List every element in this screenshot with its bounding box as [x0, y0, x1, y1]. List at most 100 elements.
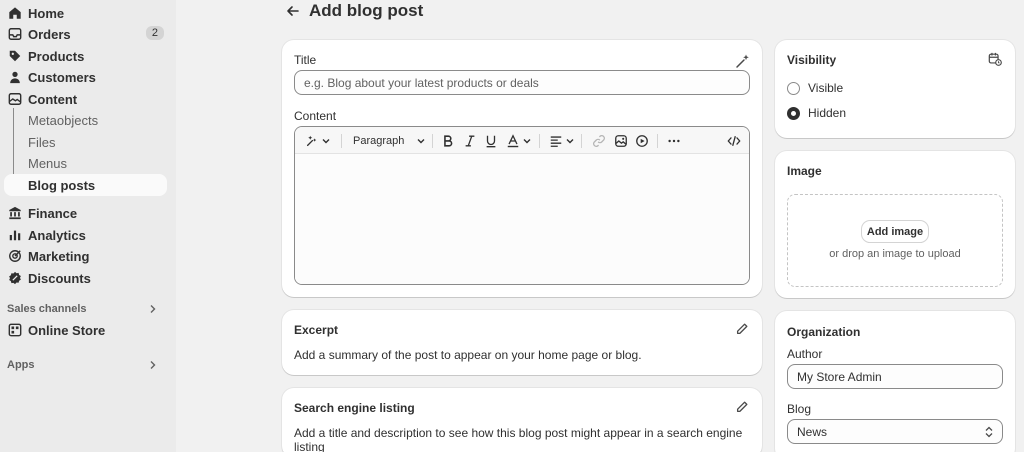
sidebar-item-online-store[interactable]: Online Store [0, 319, 168, 341]
sidebar-item-label: Analytics [28, 227, 86, 243]
visibility-option-label: Visible [808, 81, 844, 95]
chevron-down-icon [322, 139, 330, 144]
sidebar-item-home[interactable]: Home [0, 2, 168, 24]
blog-selected-value: News [797, 424, 828, 439]
sidebar-item-blog-posts[interactable]: Blog posts [4, 174, 167, 196]
chevron-down-icon [523, 139, 531, 144]
magic-sparkle-icon[interactable] [735, 53, 751, 69]
author-field[interactable] [787, 364, 1003, 389]
sidebar-item-label: Blog posts [28, 177, 96, 193]
bold-icon [444, 135, 453, 147]
image-icon [8, 93, 22, 105]
organization-title: Organization [787, 325, 861, 339]
sidebar-item-analytics[interactable]: Analytics [0, 224, 168, 246]
tag-icon [9, 50, 21, 62]
chevron-right-icon [150, 361, 156, 369]
page-title: Add blog post [309, 1, 424, 20]
sidebar-item-finance[interactable]: Finance [0, 202, 168, 224]
visibility-option-label: Hidden [808, 106, 847, 120]
bold-button[interactable] [441, 133, 455, 149]
sales-channels-header[interactable]: Sales channels [0, 299, 168, 319]
chevron-down-icon [417, 139, 425, 144]
apps-header[interactable]: Apps [0, 355, 168, 375]
seo-title: Search engine listing [294, 401, 415, 415]
sidebar-item-customers[interactable]: Customers [0, 66, 168, 88]
sidebar-item-files[interactable]: Files [0, 131, 168, 153]
toolbar-divider [539, 134, 540, 148]
image-card: Image Add image or drop an image to uplo… [775, 151, 1015, 298]
calendar-schedule-icon[interactable] [988, 52, 1002, 66]
sidebar-item-label: Menus [28, 155, 68, 171]
blog-label: Blog [787, 402, 812, 416]
discount-icon [9, 271, 21, 285]
orders-count-badge: 2 [145, 26, 164, 40]
underline-icon [486, 135, 496, 148]
insert-image-button[interactable] [614, 133, 628, 149]
sidebar-item-label: Discounts [28, 270, 91, 286]
sidebar-item-menus[interactable]: Menus [0, 152, 168, 174]
search-engine-listing-card: Search engine listing Add a title and de… [282, 388, 762, 452]
title-content-card: Title Content Paragraph [282, 40, 762, 297]
sidebar-item-label: Finance [28, 205, 78, 221]
text-color-button[interactable] [506, 133, 532, 149]
sidebar: Home Orders 2 Products Customers Content… [0, 0, 176, 452]
italic-icon [465, 135, 475, 147]
chevron-right-icon [150, 305, 156, 313]
link-button[interactable] [592, 133, 606, 149]
play-circle-icon [636, 135, 648, 147]
apps-label: Apps [7, 359, 35, 371]
more-horizontal-icon [668, 139, 680, 143]
inbox-icon [8, 28, 22, 40]
edit-pencil-icon[interactable] [735, 400, 749, 414]
sidebar-item-products[interactable]: Products [0, 45, 168, 67]
rich-text-editor: Paragraph [294, 126, 750, 285]
sidebar-item-label: Home [28, 5, 65, 21]
author-input[interactable] [797, 369, 1002, 384]
organization-card: Organization Author Blog News [775, 311, 1015, 452]
toolbar-divider [657, 134, 658, 148]
visibility-option-visible[interactable]: Visible [787, 81, 843, 95]
select-caret-icon [985, 426, 993, 438]
visibility-card: Visibility Visible Hidden [775, 40, 1015, 138]
code-icon [727, 136, 741, 146]
underline-button[interactable] [484, 133, 498, 149]
html-code-button[interactable] [727, 133, 741, 149]
text-color-icon [507, 134, 519, 148]
sidebar-item-content[interactable]: Content [0, 88, 168, 110]
more-options-button[interactable] [667, 133, 681, 149]
editor-content-area[interactable] [295, 154, 749, 284]
target-icon [9, 250, 21, 262]
edit-pencil-icon[interactable] [735, 322, 749, 336]
sidebar-item-label: Files [28, 134, 56, 150]
chevron-down-icon [566, 139, 574, 144]
visibility-option-hidden[interactable]: Hidden [787, 106, 846, 120]
back-arrow-icon[interactable] [285, 3, 301, 19]
toolbar-divider [581, 134, 582, 148]
editor-toolbar: Paragraph [295, 127, 749, 154]
page-header: Add blog post [285, 0, 423, 22]
insert-video-button[interactable] [635, 133, 649, 149]
title-field[interactable] [294, 70, 750, 95]
visibility-title: Visibility [787, 53, 837, 67]
radio-hidden[interactable] [787, 106, 800, 120]
sidebar-item-marketing[interactable]: Marketing [0, 245, 168, 267]
radio-visible[interactable] [787, 81, 800, 95]
ai-magic-button[interactable] [305, 133, 331, 149]
sidebar-item-discounts[interactable]: Discounts [0, 267, 168, 289]
excerpt-title: Excerpt [294, 323, 339, 337]
paragraph-format-select[interactable]: Paragraph [353, 133, 426, 149]
title-input[interactable] [304, 75, 749, 90]
sidebar-item-metaobjects[interactable]: Metaobjects [0, 109, 168, 131]
title-label: Title [294, 53, 317, 67]
add-image-button[interactable]: Add image [862, 221, 928, 242]
blog-select[interactable]: News [787, 419, 1003, 444]
sidebar-item-label: Content [28, 91, 78, 107]
sidebar-item-orders[interactable]: Orders 2 [0, 23, 168, 45]
image-title: Image [787, 164, 822, 178]
align-button[interactable] [549, 133, 575, 149]
italic-button[interactable] [463, 133, 477, 149]
dropzone-hint: or drop an image to upload [829, 248, 961, 260]
sales-channels-label: Sales channels [7, 303, 87, 315]
image-dropzone[interactable]: Add image or drop an image to upload [787, 194, 1003, 287]
home-icon [9, 7, 21, 19]
